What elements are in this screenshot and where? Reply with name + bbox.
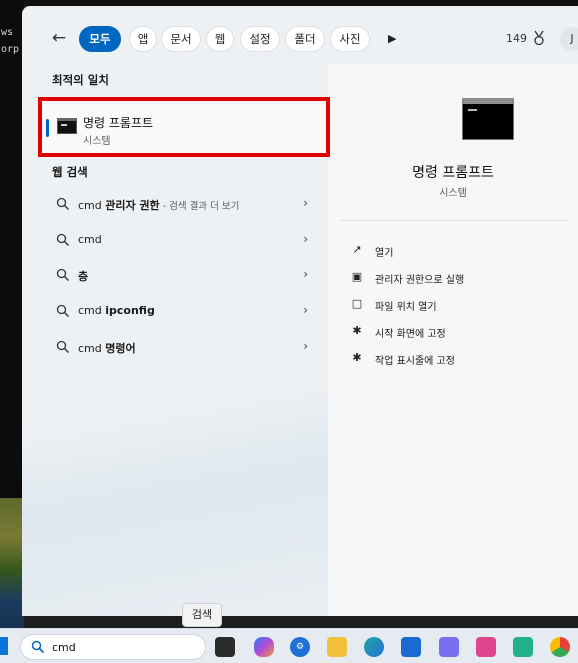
terminal-line: orp (1, 44, 20, 55)
shield-icon: ▣ (351, 270, 363, 283)
terminal-line: ws (1, 27, 14, 38)
chrome-icon[interactable] (550, 637, 570, 657)
copilot-icon[interactable] (254, 637, 274, 657)
edge-icon[interactable] (364, 637, 384, 657)
wallpaper (0, 498, 24, 628)
task-view-icon[interactable] (215, 637, 235, 657)
web-result-text: 층 (78, 270, 89, 283)
web-result-text: cmd 명령어 (78, 342, 136, 355)
settings-gear-icon[interactable]: ⚙ (290, 637, 310, 657)
web-result-text: cmd 관리자 권한 - 검색 결과 더 보기 (78, 199, 240, 212)
start-button[interactable] (0, 637, 8, 655)
best-match-item[interactable]: 명령 프롬프트 시스템 (42, 104, 328, 154)
web-result-item[interactable]: cmd 관리자 권한 - 검색 결과 더 보기 › (46, 188, 316, 222)
action-open-file-location[interactable]: □ 파일 위치 열기 (348, 294, 568, 316)
search-icon (56, 340, 69, 353)
taskbar-search[interactable] (20, 634, 206, 660)
avatar[interactable]: J (560, 27, 578, 51)
pin-icon: ✱ (352, 351, 362, 364)
medal-icon[interactable] (532, 30, 546, 46)
store-icon[interactable] (401, 637, 421, 657)
search-icon (31, 640, 45, 654)
action-label: 파일 위치 열기 (375, 302, 437, 313)
search-icon (56, 268, 69, 281)
selection-indicator (46, 119, 49, 137)
action-open[interactable]: ↗ 열기 (348, 240, 568, 262)
search-input[interactable] (52, 639, 192, 655)
tab-web[interactable]: 웹 (206, 26, 234, 52)
web-result-text: cmd ipconfig (78, 304, 155, 317)
action-label: 시작 화면에 고정 (375, 329, 446, 340)
taskbar: ⚙ (0, 628, 578, 663)
play-icon[interactable]: ▶ (388, 29, 402, 49)
command-prompt-icon (57, 118, 77, 134)
search-icon (56, 304, 69, 317)
best-match-name: 명령 프롬프트 (83, 116, 154, 130)
action-label: 작업 표시줄에 고정 (375, 356, 455, 367)
preview-app-title: 명령 프롬프트 (412, 165, 494, 181)
action-run-as-admin[interactable]: ▣ 관리자 권한으로 실행 (348, 267, 568, 289)
filter-tabs: ← 모두 앱 문서 웹 설정 폴더 사진 ▶ 149 J (22, 22, 578, 56)
web-result-item[interactable]: 층 › (46, 259, 316, 293)
search-icon (56, 197, 69, 210)
web-result-item[interactable]: cmd 명령어 › (46, 331, 316, 365)
chevron-right-icon: › (303, 303, 308, 317)
web-result-text: cmd (78, 233, 102, 246)
web-search-heading: 웹 검색 (52, 165, 88, 179)
preview-app-subtitle: 시스템 (439, 188, 467, 199)
tab-settings[interactable]: 설정 (240, 26, 280, 52)
terminal-background: ws orp (0, 0, 24, 500)
results-list: 최적의 일치 명령 프롬프트 시스템 웹 검색 cmd 관리자 권한 - 검색 … (22, 64, 328, 616)
command-prompt-icon (462, 98, 514, 140)
divider (340, 220, 568, 221)
search-tooltip: 검색 (182, 603, 222, 627)
file-explorer-icon[interactable] (327, 637, 347, 657)
app-icon[interactable] (513, 637, 533, 657)
tab-all[interactable]: 모두 (79, 26, 121, 52)
search-panel: ← 모두 앱 문서 웹 설정 폴더 사진 ▶ 149 J 최적의 일치 명령 프… (22, 6, 578, 616)
web-result-item[interactable]: cmd ipconfig › (46, 295, 316, 329)
tab-photos[interactable]: 사진 (330, 26, 370, 52)
best-match-heading: 최적의 일치 (52, 73, 109, 87)
action-pin-to-taskbar[interactable]: ✱ 작업 표시줄에 고정 (348, 348, 568, 370)
back-arrow-icon[interactable]: ← (48, 28, 70, 50)
app-icon[interactable] (439, 637, 459, 657)
tab-apps[interactable]: 앱 (129, 26, 157, 52)
action-label: 관리자 권한으로 실행 (375, 275, 465, 286)
chevron-right-icon: › (303, 232, 308, 246)
chevron-right-icon: › (303, 196, 308, 210)
preview-pane: 명령 프롬프트 시스템 ↗ 열기 ▣ 관리자 권한으로 실행 □ 파일 위치 열… (328, 64, 578, 616)
action-pin-to-start[interactable]: ✱ 시작 화면에 고정 (348, 321, 568, 343)
chevron-right-icon: › (303, 339, 308, 353)
action-label: 열기 (375, 248, 394, 259)
tab-folders[interactable]: 폴더 (285, 26, 325, 52)
rewards-points: 149 (506, 32, 527, 45)
search-icon (56, 233, 69, 246)
folder-icon: □ (351, 297, 363, 310)
open-external-icon: ↗ (352, 243, 362, 256)
app-icon[interactable] (476, 637, 496, 657)
tab-documents[interactable]: 문서 (161, 26, 201, 52)
chevron-right-icon: › (303, 267, 308, 281)
web-result-item[interactable]: cmd › (46, 224, 316, 258)
pin-icon: ✱ (352, 324, 362, 337)
best-match-subtitle: 시스템 (83, 136, 111, 147)
